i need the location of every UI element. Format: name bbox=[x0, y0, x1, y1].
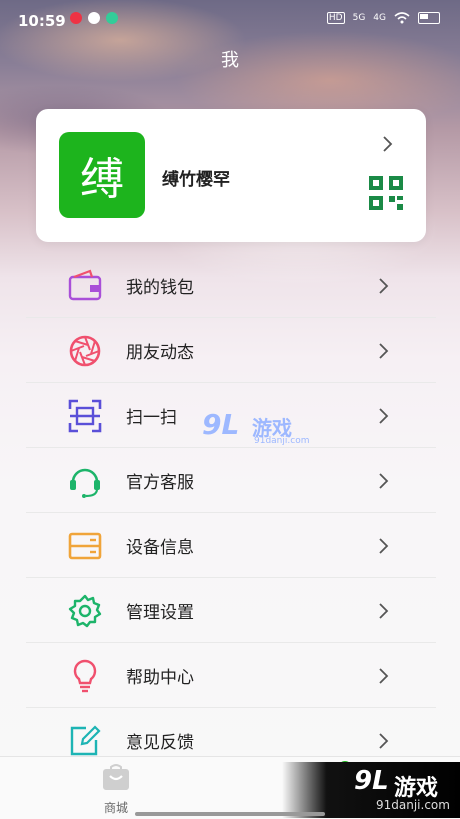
home-indicator[interactable] bbox=[135, 812, 325, 816]
watermark-site: 91danji.com bbox=[376, 798, 450, 812]
status-right: HD 5G 4G bbox=[326, 12, 440, 24]
wifi-icon bbox=[394, 12, 410, 24]
menu-item-label: 我的钱包 bbox=[126, 278, 194, 298]
menu-item-scan[interactable]: 扫一扫 bbox=[26, 383, 436, 448]
aperture-icon bbox=[69, 335, 101, 367]
chevron-right-icon bbox=[379, 538, 389, 554]
menu-item-label: 朋友动态 bbox=[126, 343, 194, 363]
gear-icon bbox=[68, 594, 102, 628]
chevron-right-icon[interactable] bbox=[382, 135, 394, 153]
chevron-right-icon bbox=[379, 343, 389, 359]
username: 缚竹樱罕 bbox=[162, 170, 230, 190]
device-icon bbox=[68, 532, 102, 560]
menu-item-help[interactable]: 帮助中心 bbox=[26, 643, 436, 708]
menu-item-label: 意见反馈 bbox=[126, 733, 194, 753]
menu-item-label: 扫一扫 bbox=[126, 408, 177, 428]
app2-notification-icon bbox=[106, 12, 118, 24]
message-notification-icon bbox=[88, 12, 100, 24]
hd-badge: HD bbox=[326, 12, 345, 24]
menu-item-label: 官方客服 bbox=[126, 473, 194, 493]
page-title: 我 bbox=[221, 50, 239, 71]
menu-item-wallet[interactable]: 我的钱包 bbox=[26, 253, 436, 318]
network-4g-icon: 4G bbox=[373, 13, 386, 23]
avatar: 缚 bbox=[59, 132, 145, 218]
qr-code-icon[interactable] bbox=[368, 175, 404, 211]
menu-item-label: 帮助中心 bbox=[126, 668, 194, 688]
chevron-right-icon bbox=[379, 473, 389, 489]
lightbulb-icon bbox=[73, 659, 97, 693]
wallet-icon bbox=[68, 269, 102, 301]
menu-item-settings[interactable]: 管理设置 bbox=[26, 578, 436, 643]
chevron-right-icon bbox=[379, 278, 389, 294]
chevron-right-icon bbox=[379, 603, 389, 619]
menu-item-support[interactable]: 官方客服 bbox=[26, 448, 436, 513]
tab-shop-label: 商城 bbox=[103, 801, 128, 815]
feedback-icon bbox=[70, 725, 101, 756]
battery-icon bbox=[418, 12, 440, 24]
app-notification-icon bbox=[70, 12, 82, 24]
chevron-right-icon bbox=[379, 733, 389, 749]
menu-list: 我的钱包 朋友动态 扫一扫 官方客服 设备信息 管理设置 帮助中心 意见反馈 bbox=[26, 253, 436, 772]
status-time: 10:59 bbox=[18, 12, 66, 30]
menu-item-friends-feed[interactable]: 朋友动态 bbox=[26, 318, 436, 383]
menu-item-device-info[interactable]: 设备信息 bbox=[26, 513, 436, 578]
headset-icon bbox=[70, 468, 100, 498]
shopping-bag-icon bbox=[103, 764, 129, 790]
watermark-corner: 9L 游戏 91danji.com bbox=[282, 762, 460, 818]
chevron-right-icon bbox=[379, 408, 389, 424]
menu-item-label: 设备信息 bbox=[126, 538, 194, 558]
network-5g-icon: 5G bbox=[352, 13, 366, 23]
tab-shop[interactable]: 商城 bbox=[92, 763, 140, 816]
profile-card[interactable]: 缚 缚竹樱罕 bbox=[36, 109, 426, 242]
menu-item-label: 管理设置 bbox=[126, 603, 194, 623]
notification-icons bbox=[70, 12, 118, 24]
chevron-right-icon bbox=[379, 668, 389, 684]
status-bar: 10:59 HD 5G 4G bbox=[0, 0, 460, 42]
scan-icon bbox=[68, 399, 102, 433]
watermark-logo: 9L bbox=[354, 766, 389, 796]
